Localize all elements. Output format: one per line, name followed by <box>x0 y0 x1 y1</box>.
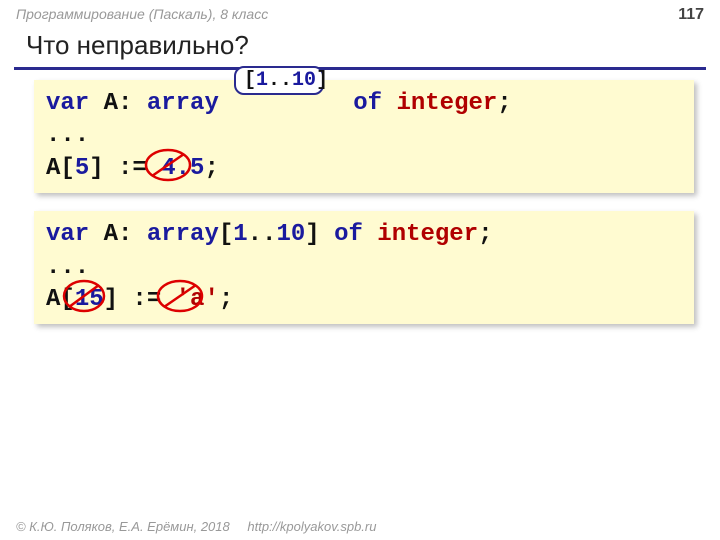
range-high: 10 <box>292 69 316 92</box>
footer-url: http://kpolyakov.spb.ru <box>247 519 376 534</box>
bracket-open: [ <box>219 221 233 248</box>
title-rule <box>14 67 706 70</box>
code-text: ; <box>219 286 233 313</box>
bracket-open: [ <box>244 69 256 92</box>
keyword-var: var <box>46 90 89 117</box>
type-integer: integer <box>396 90 497 117</box>
code-text: ] := <box>89 155 161 182</box>
code-line: A[15] := 'a'; <box>46 284 682 316</box>
bracket-close: ] <box>316 69 328 92</box>
slide-header: Программирование (Паскаль), 8 класс 117 <box>0 0 720 26</box>
type-integer: integer <box>377 221 478 248</box>
index-literal: 15 <box>75 286 104 313</box>
keyword-of: of <box>320 221 378 248</box>
code-text: ] := <box>104 286 176 313</box>
page-number: 117 <box>678 6 704 24</box>
code-text: A: <box>89 90 147 117</box>
code-text: A[ <box>46 286 75 313</box>
course-label: Программирование (Паскаль), 8 класс <box>16 6 268 24</box>
code-line: A[5] := 4.5; <box>46 153 654 185</box>
range-low: 1 <box>256 69 268 92</box>
code-text: A: <box>89 221 147 248</box>
code-block-2: var A: array[1..10] of integer; ... A[15… <box>34 211 694 324</box>
value-literal: 'a' <box>176 286 219 313</box>
range-dots: .. <box>248 221 277 248</box>
slide-footer: © К.Ю. Поляков, Е.А. Ерёмин, 2018 http:/… <box>16 519 376 534</box>
value-literal: 4.5 <box>161 155 204 182</box>
range-callout: [1..10] <box>234 66 324 95</box>
code-block-1: var A: array of integer; ... A[5] := 4.5… <box>34 80 694 193</box>
code-line: ... <box>46 252 682 284</box>
keyword-var: var <box>46 221 89 248</box>
keyword-array: array <box>147 221 219 248</box>
index-literal: 5 <box>75 155 89 182</box>
code-line: var A: array of integer; <box>46 88 654 120</box>
bracket-close: ] <box>305 221 319 248</box>
code-text: ; <box>478 221 492 248</box>
keyword-array: array <box>147 90 219 117</box>
code-text: ; <box>497 90 511 117</box>
range-low: 1 <box>233 221 247 248</box>
code-text: ; <box>204 155 218 182</box>
copyright-text: © К.Ю. Поляков, Е.А. Ерёмин, 2018 <box>16 519 230 534</box>
slide-title: Что неправильно? <box>0 26 720 67</box>
code-text: A[ <box>46 155 75 182</box>
code-line: ... <box>46 120 654 152</box>
keyword-of: of <box>339 90 397 117</box>
range-high: 10 <box>276 221 305 248</box>
range-dots: .. <box>268 69 292 92</box>
code-line: var A: array[1..10] of integer; <box>46 219 682 251</box>
